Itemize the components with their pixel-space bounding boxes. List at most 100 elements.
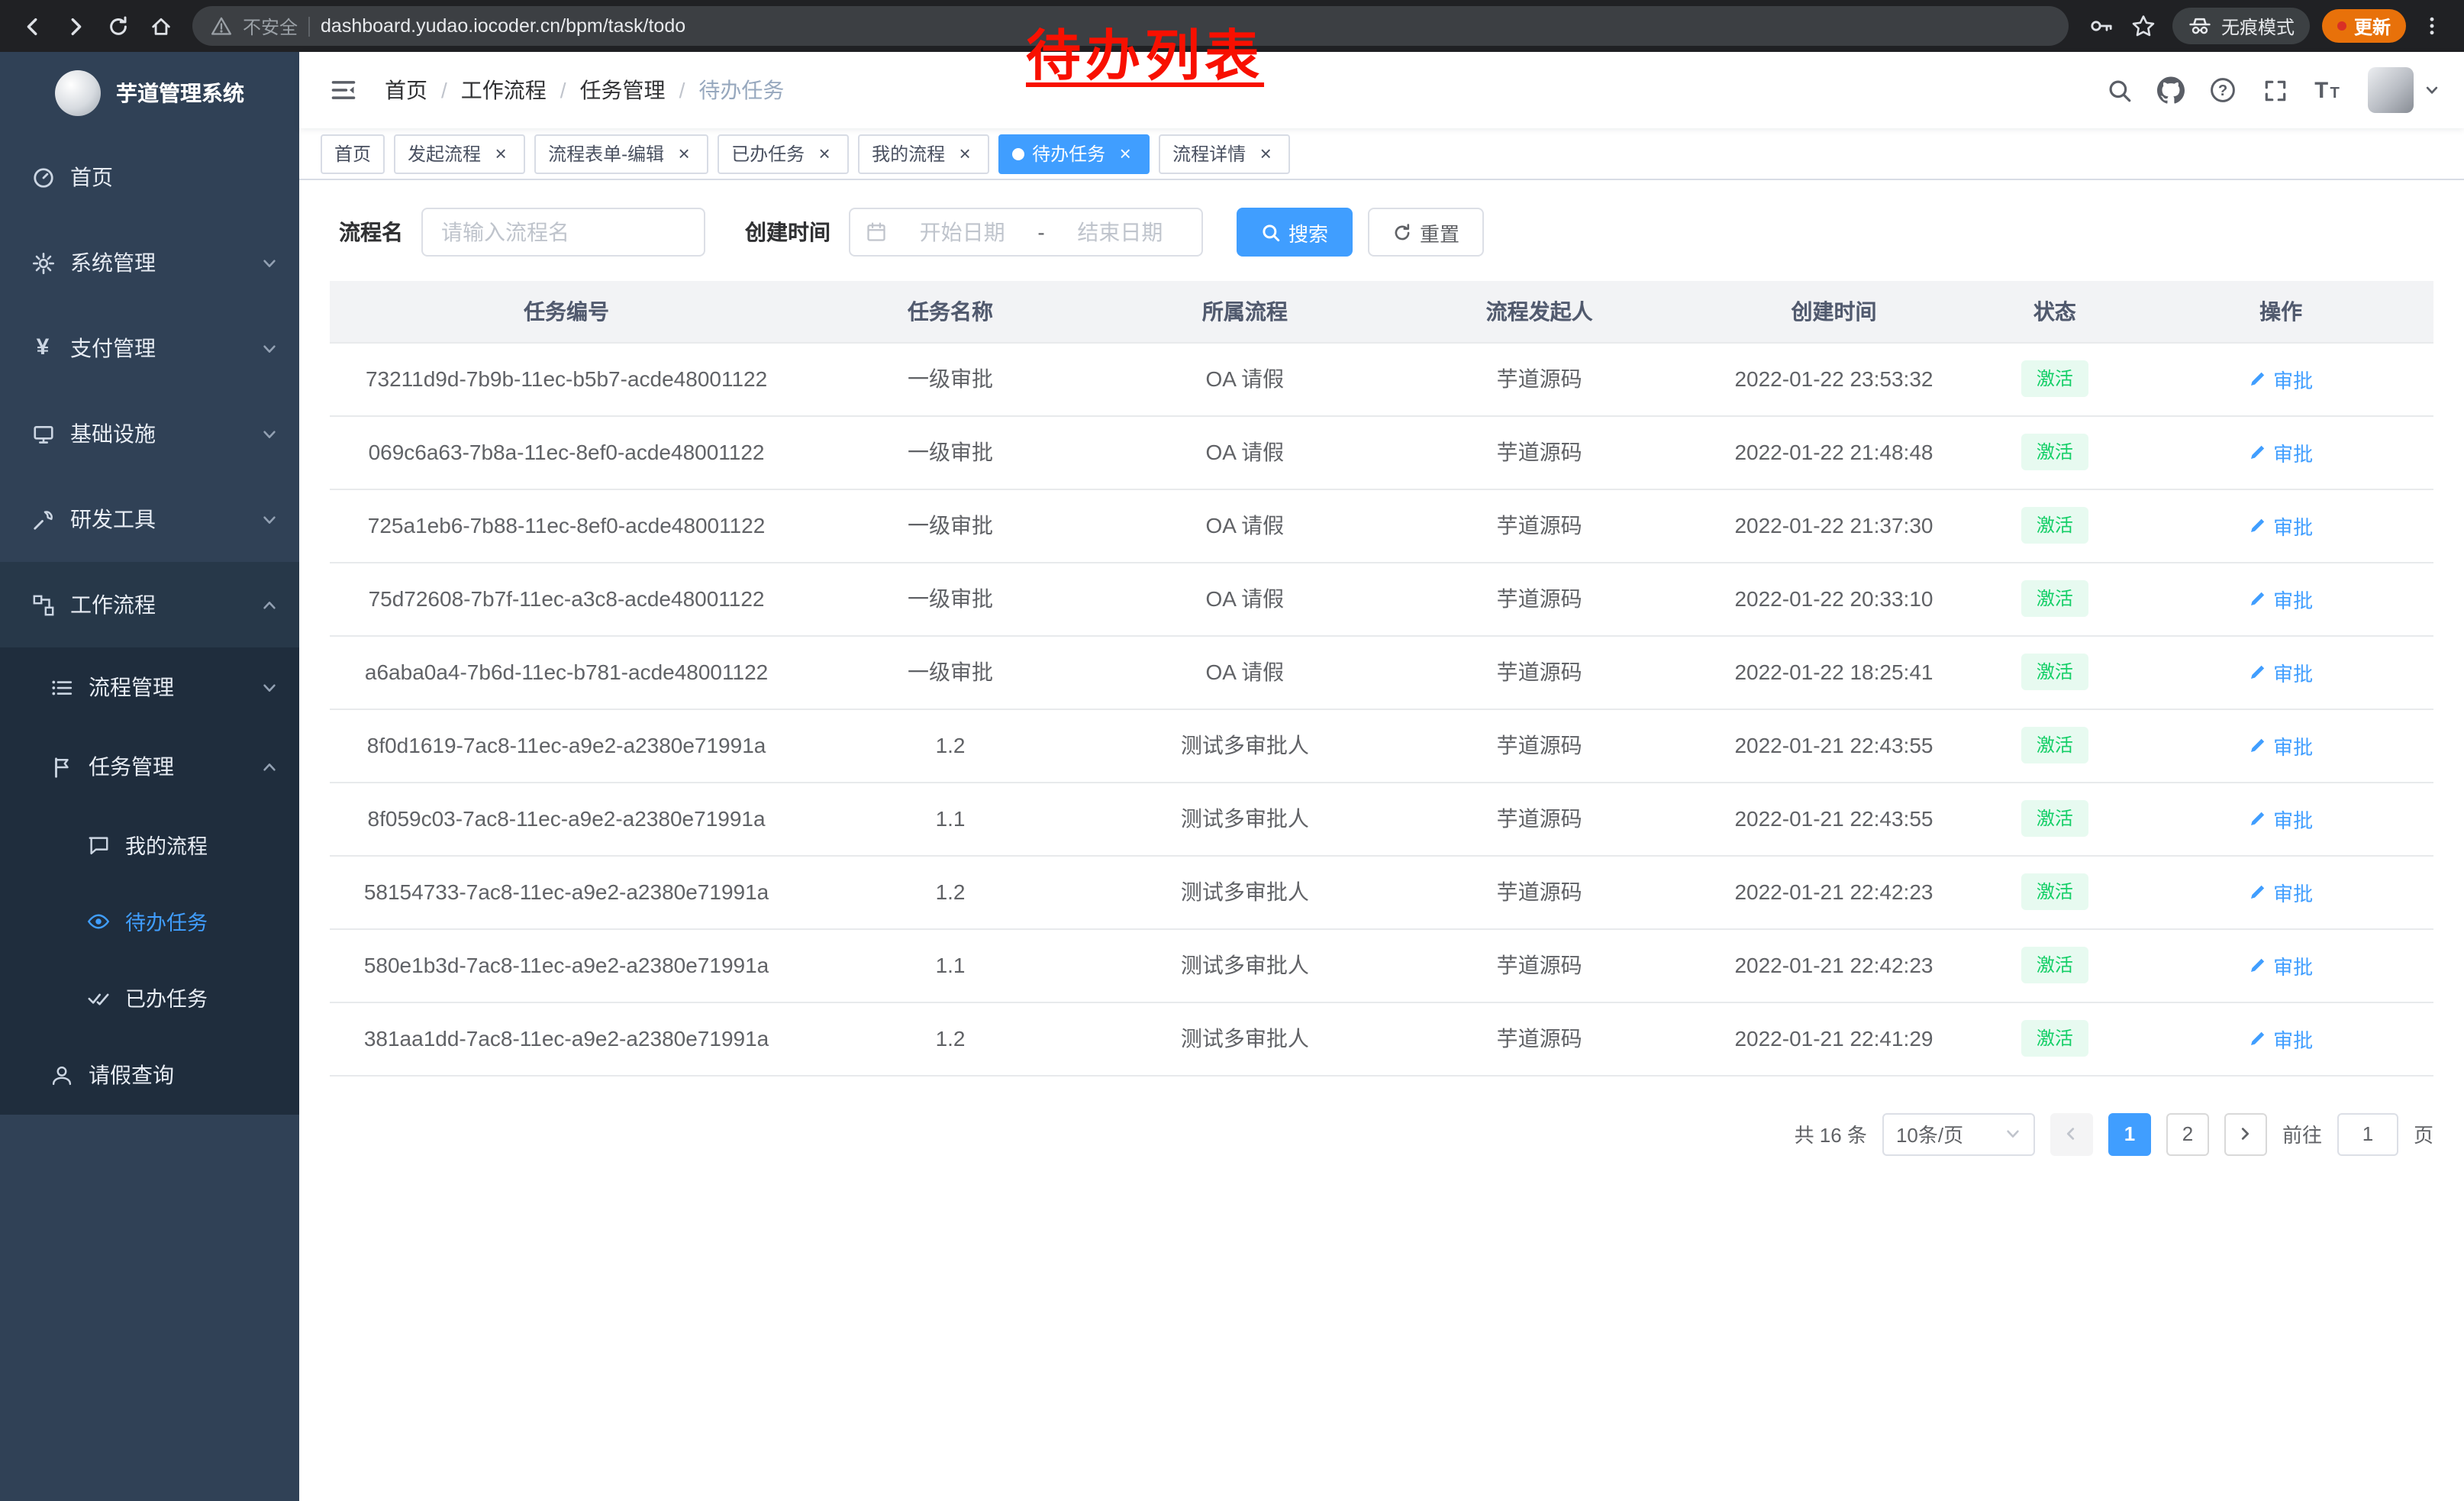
tab-流程详情[interactable]: 流程详情 × <box>1159 134 1290 173</box>
address-bar[interactable]: 不安全 dashboard.yudao.iocoder.cn/bpm/task/… <box>192 6 2069 46</box>
goto-page-input[interactable] <box>2337 1112 2398 1155</box>
breadcrumb-home[interactable]: 首页 <box>385 75 427 105</box>
sidebar-item-leave-query[interactable]: 请假查询 <box>0 1035 299 1115</box>
sidebar-item-my-processes[interactable]: 我的流程 <box>0 806 299 883</box>
process-name-input[interactable] <box>421 208 705 257</box>
update-button[interactable]: 更新 <box>2322 9 2406 43</box>
sidebar-item-system[interactable]: 系统管理 <box>0 220 299 305</box>
github-icon[interactable] <box>2148 67 2194 113</box>
home-button[interactable] <box>140 6 180 46</box>
sidebar-item-done-tasks[interactable]: 已办任务 <box>0 959 299 1035</box>
tab-已办任务[interactable]: 已办任务 × <box>718 134 849 173</box>
breadcrumb-task-management[interactable]: 任务管理 <box>580 75 666 105</box>
approve-link[interactable]: 审批 <box>2249 804 2313 833</box>
sidebar-item-todo-tasks[interactable]: 待办任务 <box>0 883 299 959</box>
header-task-name: 任务名称 <box>803 281 1098 342</box>
reset-button[interactable]: 重置 <box>1368 208 1484 257</box>
page-button-1[interactable]: 1 <box>2108 1112 2151 1155</box>
cell-process: 测试多审批人 <box>1098 855 1392 928</box>
approve-link[interactable]: 审批 <box>2249 364 2313 393</box>
fullscreen-icon[interactable] <box>2252 67 2298 113</box>
cell-process: OA 请假 <box>1098 562 1392 635</box>
page-button-2[interactable]: 2 <box>2166 1112 2209 1155</box>
status-badge: 激活 <box>2021 800 2088 837</box>
status-badge: 激活 <box>2021 580 2088 617</box>
help-icon[interactable]: ? <box>2200 67 2246 113</box>
table-row: 58154733-7ac8-11ec-a9e2-a2380e71991a 1.2… <box>330 855 2433 928</box>
process-name-label: 流程名 <box>339 217 403 247</box>
cell-actions: 审批 <box>2128 635 2433 709</box>
approve-link[interactable]: 审批 <box>2249 731 2313 760</box>
update-alert-dot <box>2337 21 2346 31</box>
password-key-icon[interactable] <box>2081 6 2121 46</box>
bookmark-star-icon[interactable] <box>2124 6 2163 46</box>
cell-initiator: 芋道源码 <box>1392 782 1687 855</box>
approve-link[interactable]: 审批 <box>2249 877 2313 906</box>
app-logo[interactable]: 芋道管理系统 <box>0 52 299 134</box>
tab-close-icon[interactable]: × <box>673 143 695 164</box>
cell-created: 2022-01-22 20:33:10 <box>1687 562 1982 635</box>
approve-link[interactable]: 审批 <box>2249 1024 2313 1053</box>
status-badge: 激活 <box>2021 873 2088 910</box>
svg-text:T: T <box>2314 79 2328 103</box>
cell-created: 2022-01-22 21:48:48 <box>1687 415 1982 489</box>
sidebar-collapse-icon[interactable] <box>324 70 363 110</box>
tab-首页[interactable]: 首页 <box>321 134 385 173</box>
date-range-picker[interactable]: 开始日期 - 结束日期 <box>849 208 1203 257</box>
app-title: 芋道管理系统 <box>116 78 244 108</box>
sidebar-item-infrastructure[interactable]: 基础设施 <box>0 391 299 476</box>
browser-chrome: 不安全 dashboard.yudao.iocoder.cn/bpm/task/… <box>0 0 2464 52</box>
cell-task-id: a6aba0a4-7b6d-11ec-b781-acde48001122 <box>330 635 803 709</box>
browser-menu-icon[interactable] <box>2412 6 2452 46</box>
cell-process: OA 请假 <box>1098 635 1392 709</box>
chat-bubble-icon <box>85 832 110 857</box>
cell-actions: 审批 <box>2128 855 2433 928</box>
logo-image <box>55 70 101 116</box>
search-icon[interactable] <box>2096 67 2142 113</box>
back-button[interactable] <box>12 6 52 46</box>
breadcrumb-workflow[interactable]: 工作流程 <box>461 75 547 105</box>
refresh-button[interactable] <box>98 6 137 46</box>
chevron-down-icon <box>261 679 278 696</box>
flag-icon <box>49 754 73 779</box>
page-size-select[interactable]: 10条/页 <box>1882 1112 2035 1155</box>
breadcrumb: 首页 / 工作流程 / 任务管理 / 待办任务 <box>385 75 784 105</box>
search-button[interactable]: 搜索 <box>1237 208 1353 257</box>
address-divider <box>308 16 310 36</box>
cell-process: OA 请假 <box>1098 342 1392 415</box>
user-avatar[interactable] <box>2368 67 2414 113</box>
sidebar-item-payment[interactable]: ¥ 支付管理 <box>0 305 299 391</box>
approve-link[interactable]: 审批 <box>2249 511 2313 540</box>
tab-close-icon[interactable]: × <box>814 143 835 164</box>
font-size-icon[interactable]: TT <box>2304 67 2350 113</box>
tab-待办任务[interactable]: 待办任务 × <box>998 134 1150 173</box>
next-page-button[interactable] <box>2224 1112 2267 1155</box>
tab-close-icon[interactable]: × <box>954 143 976 164</box>
cell-process: 测试多审批人 <box>1098 1002 1392 1075</box>
header-initiator: 流程发起人 <box>1392 281 1687 342</box>
tab-close-icon[interactable]: × <box>1255 143 1276 164</box>
prev-page-button[interactable] <box>2050 1112 2093 1155</box>
table-row: 8f0d1619-7ac8-11ec-a9e2-a2380e71991a 1.2… <box>330 709 2433 782</box>
chevron-up-icon <box>261 758 278 775</box>
sidebar-item-dev-tools[interactable]: 研发工具 <box>0 476 299 562</box>
avatar-caret-icon[interactable] <box>2424 82 2440 98</box>
tab-close-icon[interactable]: × <box>1114 143 1136 164</box>
sidebar-item-home[interactable]: 首页 <box>0 134 299 220</box>
approve-link[interactable]: 审批 <box>2249 584 2313 613</box>
approve-link[interactable]: 审批 <box>2249 951 2313 980</box>
sidebar-item-task-management[interactable]: 任务管理 <box>0 727 299 806</box>
cell-process: OA 请假 <box>1098 415 1392 489</box>
chevron-down-icon <box>261 340 278 357</box>
tab-我的流程[interactable]: 我的流程 × <box>858 134 989 173</box>
tab-close-icon[interactable]: × <box>490 143 511 164</box>
forward-button[interactable] <box>55 6 95 46</box>
monitor-icon <box>31 421 55 446</box>
cell-initiator: 芋道源码 <box>1392 855 1687 928</box>
tab-流程表单-编辑[interactable]: 流程表单-编辑 × <box>534 134 708 173</box>
tab-发起流程[interactable]: 发起流程 × <box>394 134 525 173</box>
sidebar-item-process-management[interactable]: 流程管理 <box>0 647 299 727</box>
sidebar-item-workflow[interactable]: 工作流程 <box>0 562 299 647</box>
approve-link[interactable]: 审批 <box>2249 437 2313 466</box>
approve-link[interactable]: 审批 <box>2249 657 2313 686</box>
